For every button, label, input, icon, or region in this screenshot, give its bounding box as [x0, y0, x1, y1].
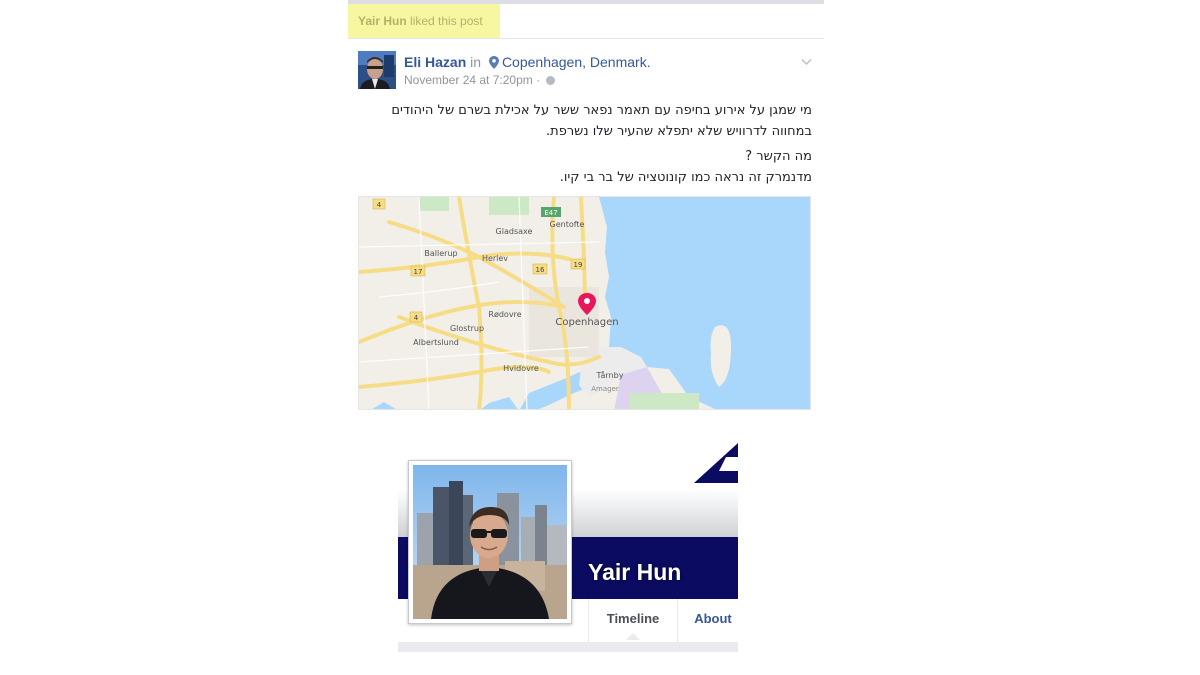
- location-pin-icon: [488, 56, 499, 72]
- map-place-label: Amager: [591, 385, 619, 393]
- author-line: Eli Hazan in Copenhagen, Denmark.: [404, 54, 651, 72]
- post-body: מי שמגן על אירוע בחיפה עם תאמר נפאר ששר …: [358, 100, 812, 192]
- active-tab-caret: [626, 633, 640, 640]
- triangle-logo-icon: [694, 443, 738, 483]
- location-map[interactable]: E47 19 16 17 4 4 Gladsaxe Gentofte Balle…: [358, 196, 811, 410]
- map-place-label: Hvidovre: [503, 364, 539, 373]
- profile-photo[interactable]: [408, 460, 572, 624]
- road-label: 16: [536, 266, 545, 274]
- map-pin-label: Copenhagen: [555, 317, 618, 328]
- post-card: Yair Hun liked this post Eli Hazan in Co…: [348, 0, 824, 412]
- post-timestamp-link[interactable]: November 24 at 7:20pm: [404, 73, 533, 87]
- map-place-label: Gladsaxe: [496, 227, 533, 236]
- chevron-down-icon[interactable]: [801, 53, 812, 66]
- map-place-label: Tårnby: [596, 370, 624, 380]
- road-label: 17: [414, 268, 423, 276]
- post-meta: November 24 at 7:20pm ·: [404, 73, 556, 87]
- post-paragraph: מה הקשר ?: [745, 149, 812, 164]
- post-paragraph: מי שמגן על אירוע בחיפה עם תאמר נפאר ששר …: [391, 103, 812, 139]
- story-action: liked this post: [410, 14, 483, 28]
- map-place-label: Rødovre: [488, 310, 521, 319]
- author-name-link[interactable]: Eli Hazan: [404, 54, 466, 70]
- map-place-label: Albertslund: [413, 338, 459, 347]
- map-place-label: Glostrup: [450, 324, 484, 333]
- post-paragraph: מדנמרק זה נראה כמו קונוטציה של בר בי קיו…: [559, 170, 812, 185]
- location-link[interactable]: Copenhagen, Denmark.: [502, 54, 651, 70]
- bottom-strip: [398, 642, 738, 652]
- map-place-label: Herlev: [482, 254, 508, 263]
- road-label: 19: [574, 261, 583, 269]
- road-label: 4: [414, 314, 419, 322]
- road-label: E47: [544, 209, 557, 217]
- author-avatar[interactable]: [358, 51, 396, 89]
- story-actor-link[interactable]: Yair Hun: [358, 14, 407, 28]
- map-place-label: Gentofte: [550, 220, 585, 229]
- tab-about[interactable]: About: [678, 599, 738, 642]
- meta-separator: ·: [536, 73, 541, 87]
- map-place-label: Ballerup: [424, 249, 457, 258]
- story-text: Yair Hun liked this post: [358, 14, 483, 28]
- in-word: in: [470, 54, 482, 70]
- profile-cover: Yair Hun Timeline About: [398, 443, 738, 652]
- profile-name[interactable]: Yair Hun: [588, 559, 681, 586]
- story-header: Yair Hun liked this post: [348, 4, 824, 39]
- globe-icon: [546, 76, 556, 85]
- road-label: 4: [377, 201, 382, 209]
